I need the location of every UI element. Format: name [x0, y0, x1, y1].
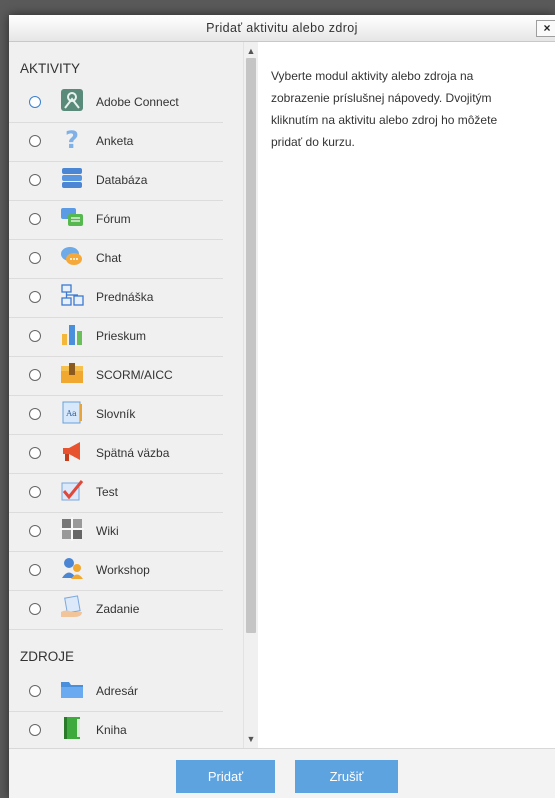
module-label: Zadanie [96, 602, 140, 616]
radio-button[interactable] [29, 525, 41, 537]
module-adresar[interactable]: Adresár [9, 672, 223, 712]
folder-icon [61, 682, 83, 698]
module-prieskum[interactable]: Prieskum [9, 317, 223, 357]
module-test[interactable]: Test [9, 473, 223, 513]
svg-text:?: ? [65, 127, 79, 151]
close-button[interactable]: × [536, 20, 555, 37]
module-chat[interactable]: Chat [9, 239, 223, 279]
book-icon [64, 717, 80, 739]
module-list-scrollbar[interactable]: ▲ ▼ [243, 42, 258, 748]
module-label: Workshop [96, 563, 150, 577]
module-forum[interactable]: Fórum [9, 200, 223, 240]
module-adobe-connect[interactable]: Adobe Connect [9, 83, 223, 123]
module-label: Adresár [96, 684, 139, 698]
activities-heading: AKTIVITY [20, 61, 81, 76]
module-label: Anketa [96, 134, 134, 148]
module-zadanie[interactable]: Zadanie [9, 590, 223, 630]
module-label: Wiki [96, 524, 119, 538]
radio-button[interactable] [29, 96, 41, 108]
module-spatna-vazba[interactable]: Spätná väzba [9, 434, 223, 474]
module-label: Test [96, 485, 119, 499]
module-workshop[interactable]: Workshop [9, 551, 223, 591]
module-kniha[interactable]: Kniha [9, 711, 223, 748]
radio-button[interactable] [29, 408, 41, 420]
radio-button[interactable] [29, 603, 41, 615]
module-label: Adobe Connect [96, 95, 179, 109]
module-databaza[interactable]: Databáza [9, 161, 223, 201]
radio-button[interactable] [29, 724, 41, 736]
scroll-down-icon[interactable]: ▼ [246, 734, 256, 744]
scroll-up-icon[interactable]: ▲ [246, 46, 256, 56]
scrollbar-thumb[interactable] [246, 58, 256, 633]
module-label: Fórum [96, 212, 131, 226]
module-slovnik[interactable]: Aa Slovník [9, 395, 223, 435]
module-label: SCORM/AICC [96, 368, 173, 382]
radio-button[interactable] [29, 564, 41, 576]
add-activity-dialog: Pridať aktivitu alebo zdroj × AKTIVITY A… [9, 15, 555, 798]
checkmark-icon [61, 480, 84, 501]
module-label: Chat [96, 251, 122, 265]
workshop-people-icon [62, 558, 83, 579]
glossary-book-icon: Aa [62, 401, 82, 424]
resources-heading: ZDROJE [20, 649, 74, 664]
question-mark-icon: ? [65, 127, 79, 151]
adobe-connect-icon [61, 89, 83, 111]
package-box-icon [61, 363, 83, 383]
module-label: Spätná väzba [96, 446, 170, 460]
radio-button[interactable] [29, 685, 41, 697]
radio-button[interactable] [29, 252, 41, 264]
assignment-hand-icon [61, 595, 82, 617]
module-label: Kniha [96, 723, 127, 737]
wiki-puzzle-icon [60, 517, 84, 541]
radio-button[interactable] [29, 135, 41, 147]
svg-text:Aa: Aa [65, 409, 77, 418]
lesson-flowchart-icon [61, 284, 84, 306]
database-icon [62, 168, 82, 188]
radio-button[interactable] [29, 291, 41, 303]
radio-button[interactable] [29, 213, 41, 225]
module-anketa[interactable]: ? Anketa [9, 122, 223, 162]
module-prednaska[interactable]: Prednáška [9, 278, 223, 318]
radio-button[interactable] [29, 174, 41, 186]
forum-icon [61, 208, 83, 226]
dialog-title: Pridať aktivitu alebo zdroj [206, 21, 358, 35]
add-button[interactable]: Pridať [176, 760, 275, 793]
module-label: Prednáška [96, 290, 154, 304]
cancel-button[interactable]: Zrušiť [295, 760, 398, 793]
radio-button[interactable] [29, 486, 41, 498]
module-help-text: Vyberte modul aktivity alebo zdroja na z… [271, 69, 498, 149]
module-label: Slovník [96, 407, 136, 421]
module-label: Databáza [96, 173, 148, 187]
chat-icon [61, 247, 82, 265]
dialog-footer: Pridať Zrušiť [9, 748, 555, 798]
module-wiki[interactable]: Wiki [9, 512, 223, 552]
radio-button[interactable] [29, 447, 41, 459]
bar-chart-icon [62, 325, 82, 345]
module-label: Prieskum [96, 329, 147, 343]
dialog-titlebar: Pridať aktivitu alebo zdroj × [9, 15, 555, 42]
module-scorm[interactable]: SCORM/AICC [9, 356, 223, 396]
megaphone-icon [63, 442, 80, 461]
radio-button[interactable] [29, 330, 41, 342]
radio-button[interactable] [29, 369, 41, 381]
module-list: AKTIVITY Adobe Connect ? Anketa Databáza… [9, 42, 243, 748]
